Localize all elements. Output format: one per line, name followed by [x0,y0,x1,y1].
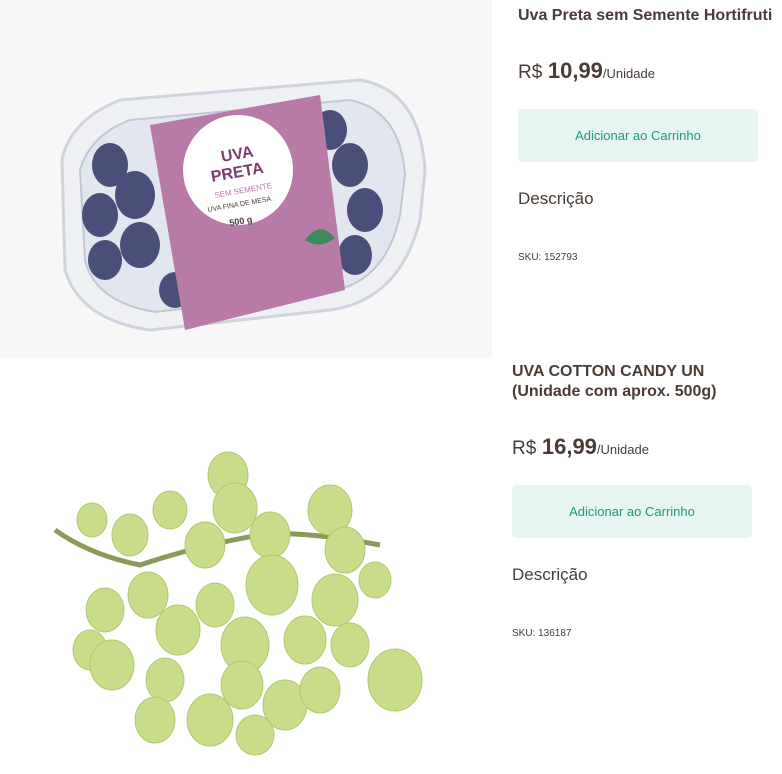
add-to-cart-button[interactable]: Adicionar ao Carrinho [518,109,758,162]
description-heading[interactable]: Descrição [518,189,594,209]
product-price: R$ 10,99/Unidade [518,58,655,84]
price-amount: 16,99 [541,434,597,459]
grape-package-illustration: UVA PRETA SEM SEMENTE UVA FINA DE MESA 5… [60,78,427,332]
price-currency: R$ [512,438,537,459]
description-heading[interactable]: Descrição [512,565,588,585]
product-title[interactable]: Uva Preta sem Semente Hortifruti [518,6,772,26]
price-unit: /Unidade [596,442,649,457]
product-card-uva-preta: UVA PRETA SEM SEMENTE UVA FINA DE MESA 5… [0,0,782,360]
product-sku: SKU: 136187 [512,628,572,639]
price-amount: 10,99 [547,58,603,83]
product-price: R$ 16,99/Unidade [512,434,649,460]
add-to-cart-button[interactable]: Adicionar ao Carrinho [512,485,752,538]
price-currency: R$ [518,62,543,83]
product-image[interactable] [0,360,488,774]
price-unit: /Unidade [602,66,655,81]
green-grapes-illustration [53,451,423,756]
product-sku: SKU: 152793 [518,252,578,263]
product-card-uva-cotton-candy: UVA COTTON CANDY UN (Unidade com aprox. … [0,360,782,774]
product-image[interactable]: UVA PRETA SEM SEMENTE UVA FINA DE MESA 5… [0,0,492,358]
product-title[interactable]: UVA COTTON CANDY UN (Unidade com aprox. … [512,362,717,402]
